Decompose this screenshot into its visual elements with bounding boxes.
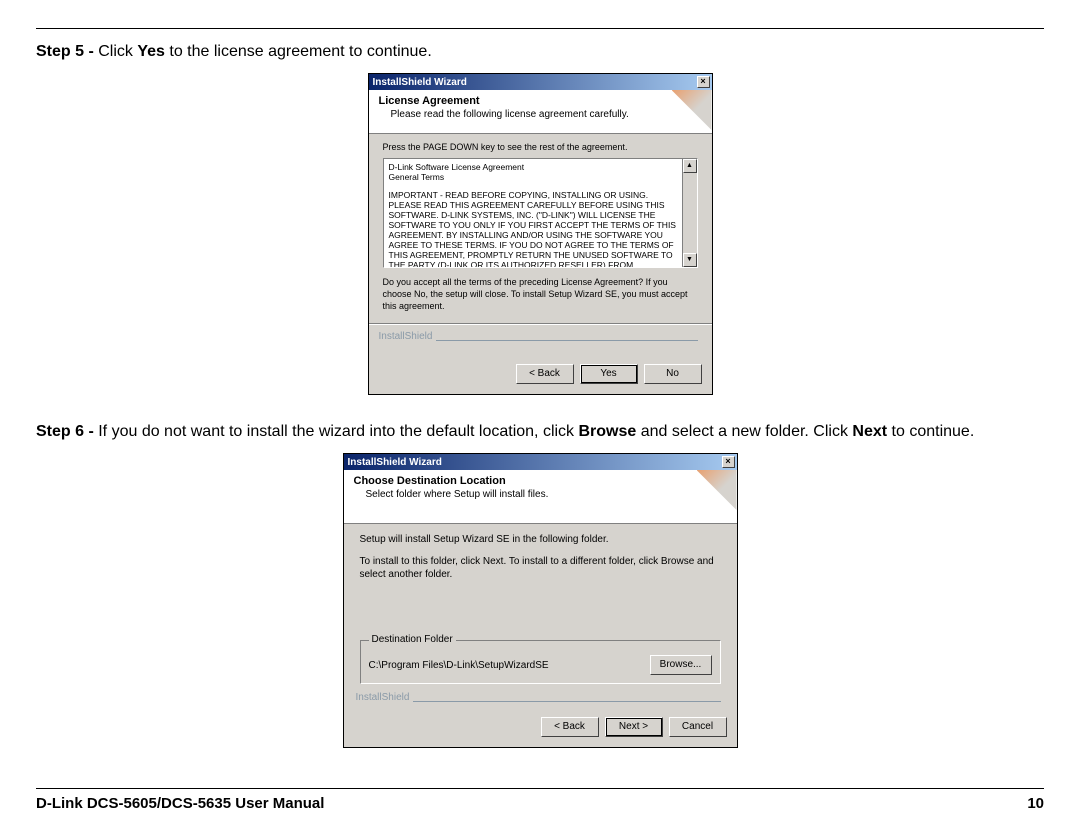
back-button[interactable]: < Back xyxy=(516,364,574,384)
banner-subtitle: Select folder where Setup will install f… xyxy=(366,489,727,500)
install-path: C:\Program Files\D-Link\SetupWizardSE xyxy=(369,660,549,671)
step5-label: Step 5 - xyxy=(36,43,98,60)
no-button[interactable]: No xyxy=(644,364,702,384)
cancel-button[interactable]: Cancel xyxy=(669,717,727,737)
install-line1: Setup will install Setup Wizard SE in th… xyxy=(360,534,721,545)
scroll-down-icon[interactable]: ▼ xyxy=(683,253,697,267)
page-number: 10 xyxy=(1027,795,1044,812)
scrollbar[interactable]: ▲ ▼ xyxy=(682,159,697,267)
top-rule xyxy=(36,28,1044,29)
close-icon[interactable]: × xyxy=(697,76,710,88)
step6-label: Step 6 - xyxy=(36,423,98,440)
accept-question: Do you accept all the terms of the prece… xyxy=(383,276,698,312)
banner-subtitle: Please read the following license agreem… xyxy=(391,109,702,120)
banner-title: License Agreement xyxy=(379,95,702,107)
eula-textbox[interactable]: D-Link Software License Agreement Genera… xyxy=(383,158,698,268)
scroll-up-icon[interactable]: ▲ xyxy=(683,159,697,173)
step6-text: Step 6 - If you do not want to install t… xyxy=(36,423,1044,441)
dialog-banner: License Agreement Please read the follow… xyxy=(369,90,712,134)
brand-label: InstallShield xyxy=(379,331,433,342)
dialog-banner: Choose Destination Location Select folde… xyxy=(344,470,737,524)
next-button[interactable]: Next > xyxy=(605,717,663,737)
titlebar[interactable]: InstallShield Wizard × xyxy=(344,454,737,470)
install-line2: To install to this folder, click Next. T… xyxy=(360,555,721,581)
window-title: InstallShield Wizard xyxy=(348,457,442,468)
destination-dialog: InstallShield Wizard × Choose Destinatio… xyxy=(343,453,738,748)
yes-button[interactable]: Yes xyxy=(580,364,638,384)
close-icon[interactable]: × xyxy=(722,456,735,468)
manual-title: D-Link DCS-5605/DCS-5635 User Manual xyxy=(36,795,324,812)
back-button[interactable]: < Back xyxy=(541,717,599,737)
group-legend: Destination Folder xyxy=(369,634,456,645)
destination-folder-group: Destination Folder C:\Program Files\D-Li… xyxy=(360,640,721,684)
pagedown-hint: Press the PAGE DOWN key to see the rest … xyxy=(383,142,698,152)
titlebar[interactable]: InstallShield Wizard × xyxy=(369,74,712,90)
license-dialog: InstallShield Wizard × License Agreement… xyxy=(368,73,713,395)
page-footer: D-Link DCS-5605/DCS-5635 User Manual 10 xyxy=(36,788,1044,812)
step5-text: Step 5 - Click Yes to the license agreem… xyxy=(36,43,1044,61)
browse-button[interactable]: Browse... xyxy=(650,655,712,675)
window-title: InstallShield Wizard xyxy=(373,77,467,88)
brand-label: InstallShield xyxy=(356,692,410,703)
banner-title: Choose Destination Location xyxy=(354,475,727,487)
